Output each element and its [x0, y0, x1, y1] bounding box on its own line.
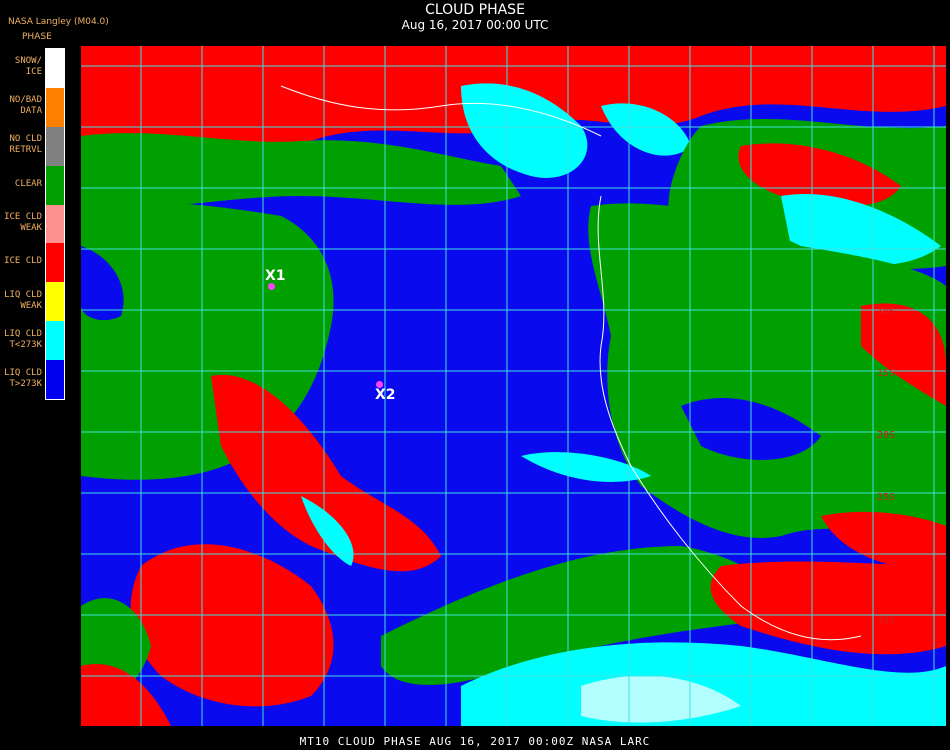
legend-label: ICE CLD WEAK — [4, 212, 42, 233]
legend-swatch — [46, 87, 64, 127]
footer-caption: MT10 CLOUD PHASE AUG 16, 2017 00:00Z NAS… — [299, 735, 651, 748]
cloud-phase-image — [81, 46, 946, 726]
org-label: NASA Langley (M04.0) — [8, 17, 109, 27]
marker-x2-label: X2 — [375, 387, 396, 403]
legend-label: NO CLD RETRVL — [9, 134, 42, 156]
legend-swatch — [46, 321, 64, 361]
legend-label: NO/BAD DATA — [9, 95, 42, 117]
legend-swatch — [46, 282, 64, 322]
legend-swatch — [46, 126, 64, 166]
legend-color-bar — [45, 48, 65, 400]
legend-label: ICE CLD — [4, 256, 42, 267]
legend-label: LIQ CLD T>273K — [4, 367, 42, 389]
satellite-map — [81, 46, 946, 726]
legend-label: LIQ CLD T<273K — [4, 328, 42, 350]
map-subtitle: Aug 16, 2017 00:00 UTC — [401, 18, 549, 32]
legend-swatch — [46, 165, 64, 205]
lat-label-10s: 10S — [877, 306, 896, 317]
marker-x1-dot — [268, 283, 275, 290]
legend-label: CLEAR — [14, 178, 42, 189]
lat-label-35s: 35S — [877, 615, 896, 626]
lat-label-15s: 15S — [877, 368, 896, 379]
legend-title: PHASE — [22, 32, 52, 42]
legend-swatch — [46, 243, 64, 283]
legend-swatch — [46, 204, 64, 244]
lat-label-25s: 25S — [877, 492, 896, 503]
legend-swatch — [46, 360, 64, 399]
map-title: CLOUD PHASE — [425, 2, 525, 18]
marker-x1-label: X1 — [265, 268, 286, 284]
lat-label-20s: 20S — [877, 430, 896, 441]
legend-label: SNOW/ ICE — [14, 56, 42, 78]
legend-label: LIQ CLD WEAK — [4, 289, 42, 311]
legend-swatch — [46, 49, 64, 88]
